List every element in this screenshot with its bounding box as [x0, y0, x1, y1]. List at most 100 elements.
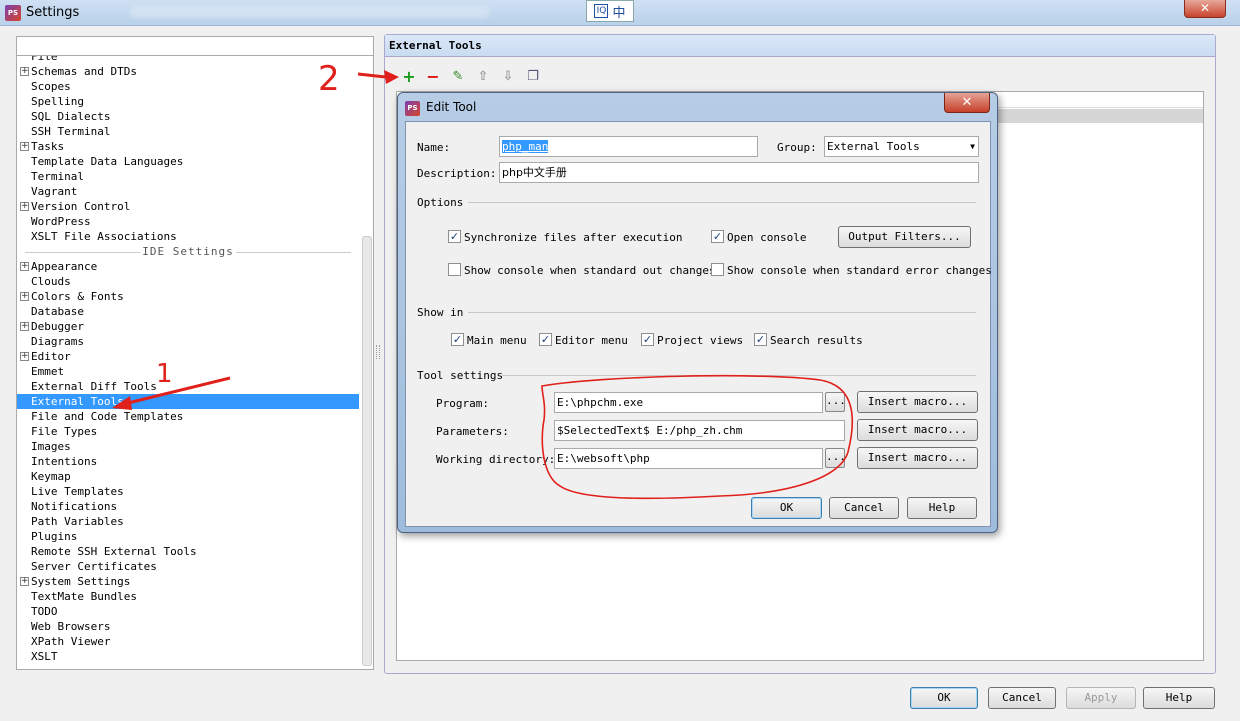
project-views-checkbox[interactable]: ✓ [641, 333, 654, 346]
working-directory-browse-button[interactable]: ... [825, 448, 846, 468]
tree-scrollbar[interactable] [362, 236, 372, 666]
sidebar-item-file-types[interactable]: File Types [17, 424, 359, 439]
sidebar-item-tasks[interactable]: + Tasks [17, 139, 359, 154]
apply-button[interactable]: Apply [1066, 687, 1136, 709]
sidebar-item-server-certificates[interactable]: Server Certificates [17, 559, 359, 574]
program-insert-macro-button[interactable]: Insert macro... [857, 391, 978, 413]
sidebar-item-editor[interactable]: + Editor [17, 349, 359, 364]
sidebar-item-spelling[interactable]: Spelling [17, 94, 359, 109]
program-browse-button[interactable]: ... [825, 392, 846, 412]
copy-tool-icon[interactable]: ❐ [523, 67, 543, 87]
phpstorm-dialog-icon: PS [405, 101, 420, 116]
group-select[interactable]: External Tools ▼ [824, 136, 979, 157]
expand-icon[interactable]: + [20, 292, 29, 301]
sidebar-item-xslt[interactable]: XSLT [17, 649, 359, 664]
sidebar-item-diagrams[interactable]: Diagrams [17, 334, 359, 349]
sidebar-item-label: SQL Dialects [31, 110, 111, 123]
parameters-field[interactable]: $SelectedText$ E:/php_zh.chm [554, 420, 845, 441]
sidebar-item-vagrant[interactable]: Vagrant [17, 184, 359, 199]
sidebar-item-debugger[interactable]: + Debugger [17, 319, 359, 334]
settings-search-input[interactable] [16, 36, 374, 56]
dialog-help-button[interactable]: Help [907, 497, 977, 519]
sidebar-item-web-browsers[interactable]: Web Browsers [17, 619, 359, 634]
sidebar-item-path-variables[interactable]: Path Variables [17, 514, 359, 529]
settings-tree[interactable]: File + Schemas and DTDs Scopes Spelling SQL D… [16, 56, 374, 670]
dialog-ok-button[interactable]: OK [751, 497, 822, 519]
expand-icon[interactable]: + [20, 577, 29, 586]
sidebar-item-label: Editor [31, 350, 71, 363]
sidebar-item-live-templates[interactable]: Live Templates [17, 484, 359, 499]
ime-indicator[interactable]: IQ 中 [586, 0, 634, 22]
dialog-cancel-button[interactable]: Cancel [829, 497, 899, 519]
sidebar-item-terminal[interactable]: Terminal [17, 169, 359, 184]
description-field[interactable]: php中文手册 [499, 162, 979, 183]
sidebar-item-images[interactable]: Images [17, 439, 359, 454]
sidebar-item-keymap[interactable]: Keymap [17, 469, 359, 484]
expand-icon[interactable]: + [20, 67, 29, 76]
main-menu-checkbox[interactable]: ✓ [451, 333, 464, 346]
sidebar-item-database[interactable]: Database [17, 304, 359, 319]
sidebar-item-notifications[interactable]: Notifications [17, 499, 359, 514]
expand-icon[interactable]: + [20, 142, 29, 151]
sidebar-item-todo[interactable]: TODO [17, 604, 359, 619]
edit-tool-icon[interactable]: ✎ [448, 67, 468, 87]
sidebar-item-external-diff-tools[interactable]: External Diff Tools [17, 379, 359, 394]
sidebar-item-wordpress[interactable]: WordPress [17, 214, 359, 229]
cancel-button[interactable]: Cancel [988, 687, 1056, 709]
remove-tool-icon[interactable]: − [423, 67, 443, 87]
dialog-close-button[interactable]: ✕ [944, 93, 990, 113]
sidebar-item-plugins[interactable]: Plugins [17, 529, 359, 544]
dialog-body: Name: php_man Group: External Tools ▼ De… [405, 121, 992, 527]
main-menu-label: Main menu [467, 334, 527, 347]
search-results-checkbox[interactable]: ✓ [754, 333, 767, 346]
expand-icon[interactable]: + [20, 322, 29, 331]
program-field[interactable]: E:\phpchm.exe [554, 392, 823, 413]
sidebar-item-label: WordPress [31, 215, 91, 228]
sidebar-item-label: XSLT File Associations [31, 230, 177, 243]
sidebar-item-file[interactable]: File [17, 56, 359, 64]
splitter-handle[interactable] [376, 345, 380, 359]
divider [468, 202, 976, 203]
expand-icon[interactable]: + [20, 352, 29, 361]
help-button[interactable]: Help [1143, 687, 1215, 709]
sync-files-checkbox[interactable]: ✓ [448, 230, 461, 243]
sidebar-item-sql-dialects[interactable]: SQL Dialects [17, 109, 359, 124]
sidebar-item-scopes[interactable]: Scopes [17, 79, 359, 94]
sidebar-item-emmet[interactable]: Emmet [17, 364, 359, 379]
sidebar-item-intentions[interactable]: Intentions [17, 454, 359, 469]
window-title: Settings [26, 5, 80, 20]
sidebar-item-ssh-terminal[interactable]: SSH Terminal [17, 124, 359, 139]
sidebar-item-external-tools[interactable]: External Tools [17, 394, 359, 409]
sidebar-item-colors-fonts[interactable]: + Colors & Fonts [17, 289, 359, 304]
sidebar-item-file-and-code-templates[interactable]: File and Code Templates [17, 409, 359, 424]
sidebar-item-clouds[interactable]: Clouds [17, 274, 359, 289]
sidebar-item-xslt-file-associations[interactable]: XSLT File Associations [17, 229, 359, 244]
name-field[interactable]: php_man [499, 136, 758, 157]
show-console-err-checkbox[interactable] [711, 263, 724, 276]
sidebar-item-system-settings[interactable]: + System Settings [17, 574, 359, 589]
sidebar-item-xpath-viewer[interactable]: XPath Viewer [17, 634, 359, 649]
editor-menu-checkbox[interactable]: ✓ [539, 333, 552, 346]
output-filters-button[interactable]: Output Filters... [838, 226, 971, 248]
sidebar-item-label: Clouds [31, 275, 71, 288]
expand-icon[interactable]: + [20, 202, 29, 211]
sidebar-item-label: TextMate Bundles [31, 590, 137, 603]
sidebar-item-appearance[interactable]: + Appearance [17, 259, 359, 274]
sidebar-item-version-control[interactable]: + Version Control [17, 199, 359, 214]
sidebar-item-schemas-and-dtds[interactable]: + Schemas and DTDs [17, 64, 359, 79]
parameters-insert-macro-button[interactable]: Insert macro... [857, 419, 978, 441]
working-directory-field[interactable]: E:\websoft\php [554, 448, 823, 469]
sidebar-item-template-data-languages[interactable]: Template Data Languages [17, 154, 359, 169]
move-up-icon[interactable]: ⇧ [473, 67, 493, 87]
sidebar-item-textmate-bundles[interactable]: TextMate Bundles [17, 589, 359, 604]
sidebar-item-label: Images [31, 440, 71, 453]
sidebar-item-remote-ssh-external-tools[interactable]: Remote SSH External Tools [17, 544, 359, 559]
show-console-out-checkbox[interactable] [448, 263, 461, 276]
open-console-checkbox[interactable]: ✓ [711, 230, 724, 243]
working-directory-insert-macro-button[interactable]: Insert macro... [857, 447, 978, 469]
window-close-button[interactable]: ✕ [1184, 0, 1226, 18]
expand-icon[interactable]: + [20, 262, 29, 271]
ok-button[interactable]: OK [910, 687, 978, 709]
move-down-icon[interactable]: ⇩ [498, 67, 518, 87]
add-tool-icon[interactable]: + [399, 67, 419, 87]
